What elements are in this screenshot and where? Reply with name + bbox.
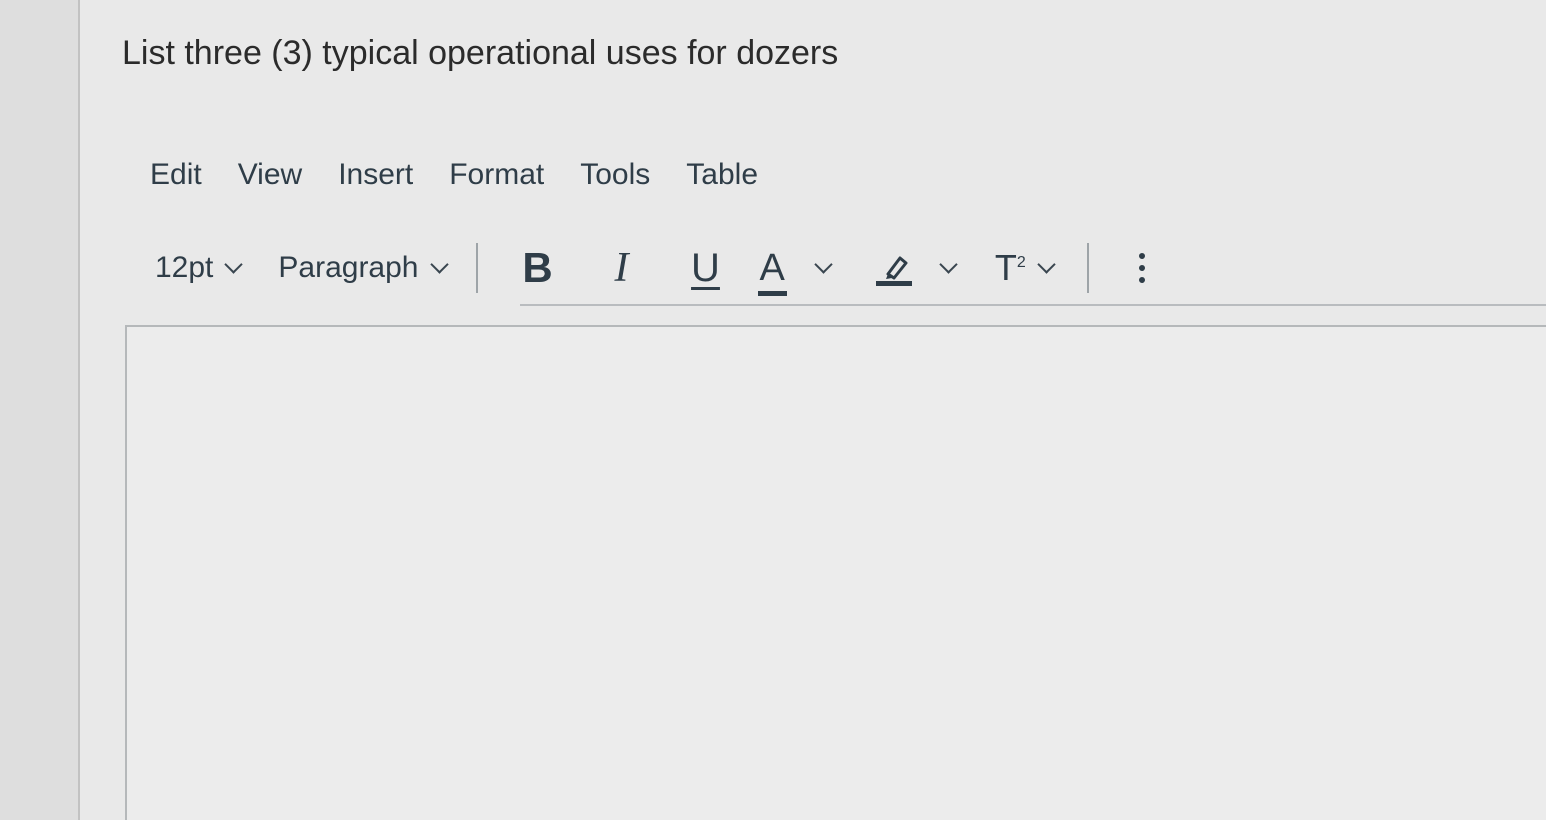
superscript-icon: T2 (995, 247, 1026, 289)
menu-table[interactable]: Table (686, 158, 758, 192)
rich-text-editor-area[interactable] (125, 325, 1546, 820)
menu-edit[interactable]: Edit (150, 158, 202, 192)
block-format-value: Paragraph (278, 251, 419, 284)
toolbar-bottom-rule (520, 304, 1546, 306)
text-color-dropdown[interactable]: A (757, 246, 833, 296)
question-title: List three (3) typical operational uses … (122, 34, 839, 72)
toolbar-divider (475, 243, 478, 293)
chevron-down-icon (1037, 254, 1056, 274)
menu-insert[interactable]: Insert (338, 158, 413, 192)
left-gutter (0, 0, 80, 820)
menu-format[interactable]: Format (449, 158, 544, 192)
underline-button[interactable]: U (676, 240, 736, 296)
chevron-down-icon (224, 254, 244, 274)
highlight-color-dropdown[interactable] (874, 248, 958, 288)
italic-button[interactable]: I (592, 240, 652, 296)
chevron-down-icon (429, 254, 449, 274)
font-size-value: 12pt (155, 251, 214, 284)
toolbar-divider (1086, 243, 1089, 293)
chevron-down-icon (939, 254, 958, 274)
editor-menubar: Edit View Insert Format Tools Table (150, 158, 758, 192)
highlighter-icon (875, 256, 912, 286)
more-vertical-icon[interactable] (1138, 253, 1145, 283)
page: List three (3) typical operational uses … (0, 0, 1546, 820)
block-format-dropdown[interactable]: Paragraph (278, 251, 449, 285)
bold-button[interactable]: B (508, 240, 568, 296)
superscript-exponent: 2 (1016, 254, 1026, 271)
superscript-dropdown[interactable]: T2 (995, 247, 1056, 289)
menu-view[interactable]: View (238, 158, 302, 192)
menu-tools[interactable]: Tools (580, 158, 650, 192)
font-size-dropdown[interactable]: 12pt (155, 251, 244, 285)
superscript-letter: T (994, 247, 1017, 288)
editor-toolbar: 12pt Paragraph B I U A T2 (155, 238, 1145, 298)
chevron-down-icon (814, 254, 833, 274)
underline-label: U (691, 245, 720, 290)
text-color-icon: A (757, 246, 788, 296)
